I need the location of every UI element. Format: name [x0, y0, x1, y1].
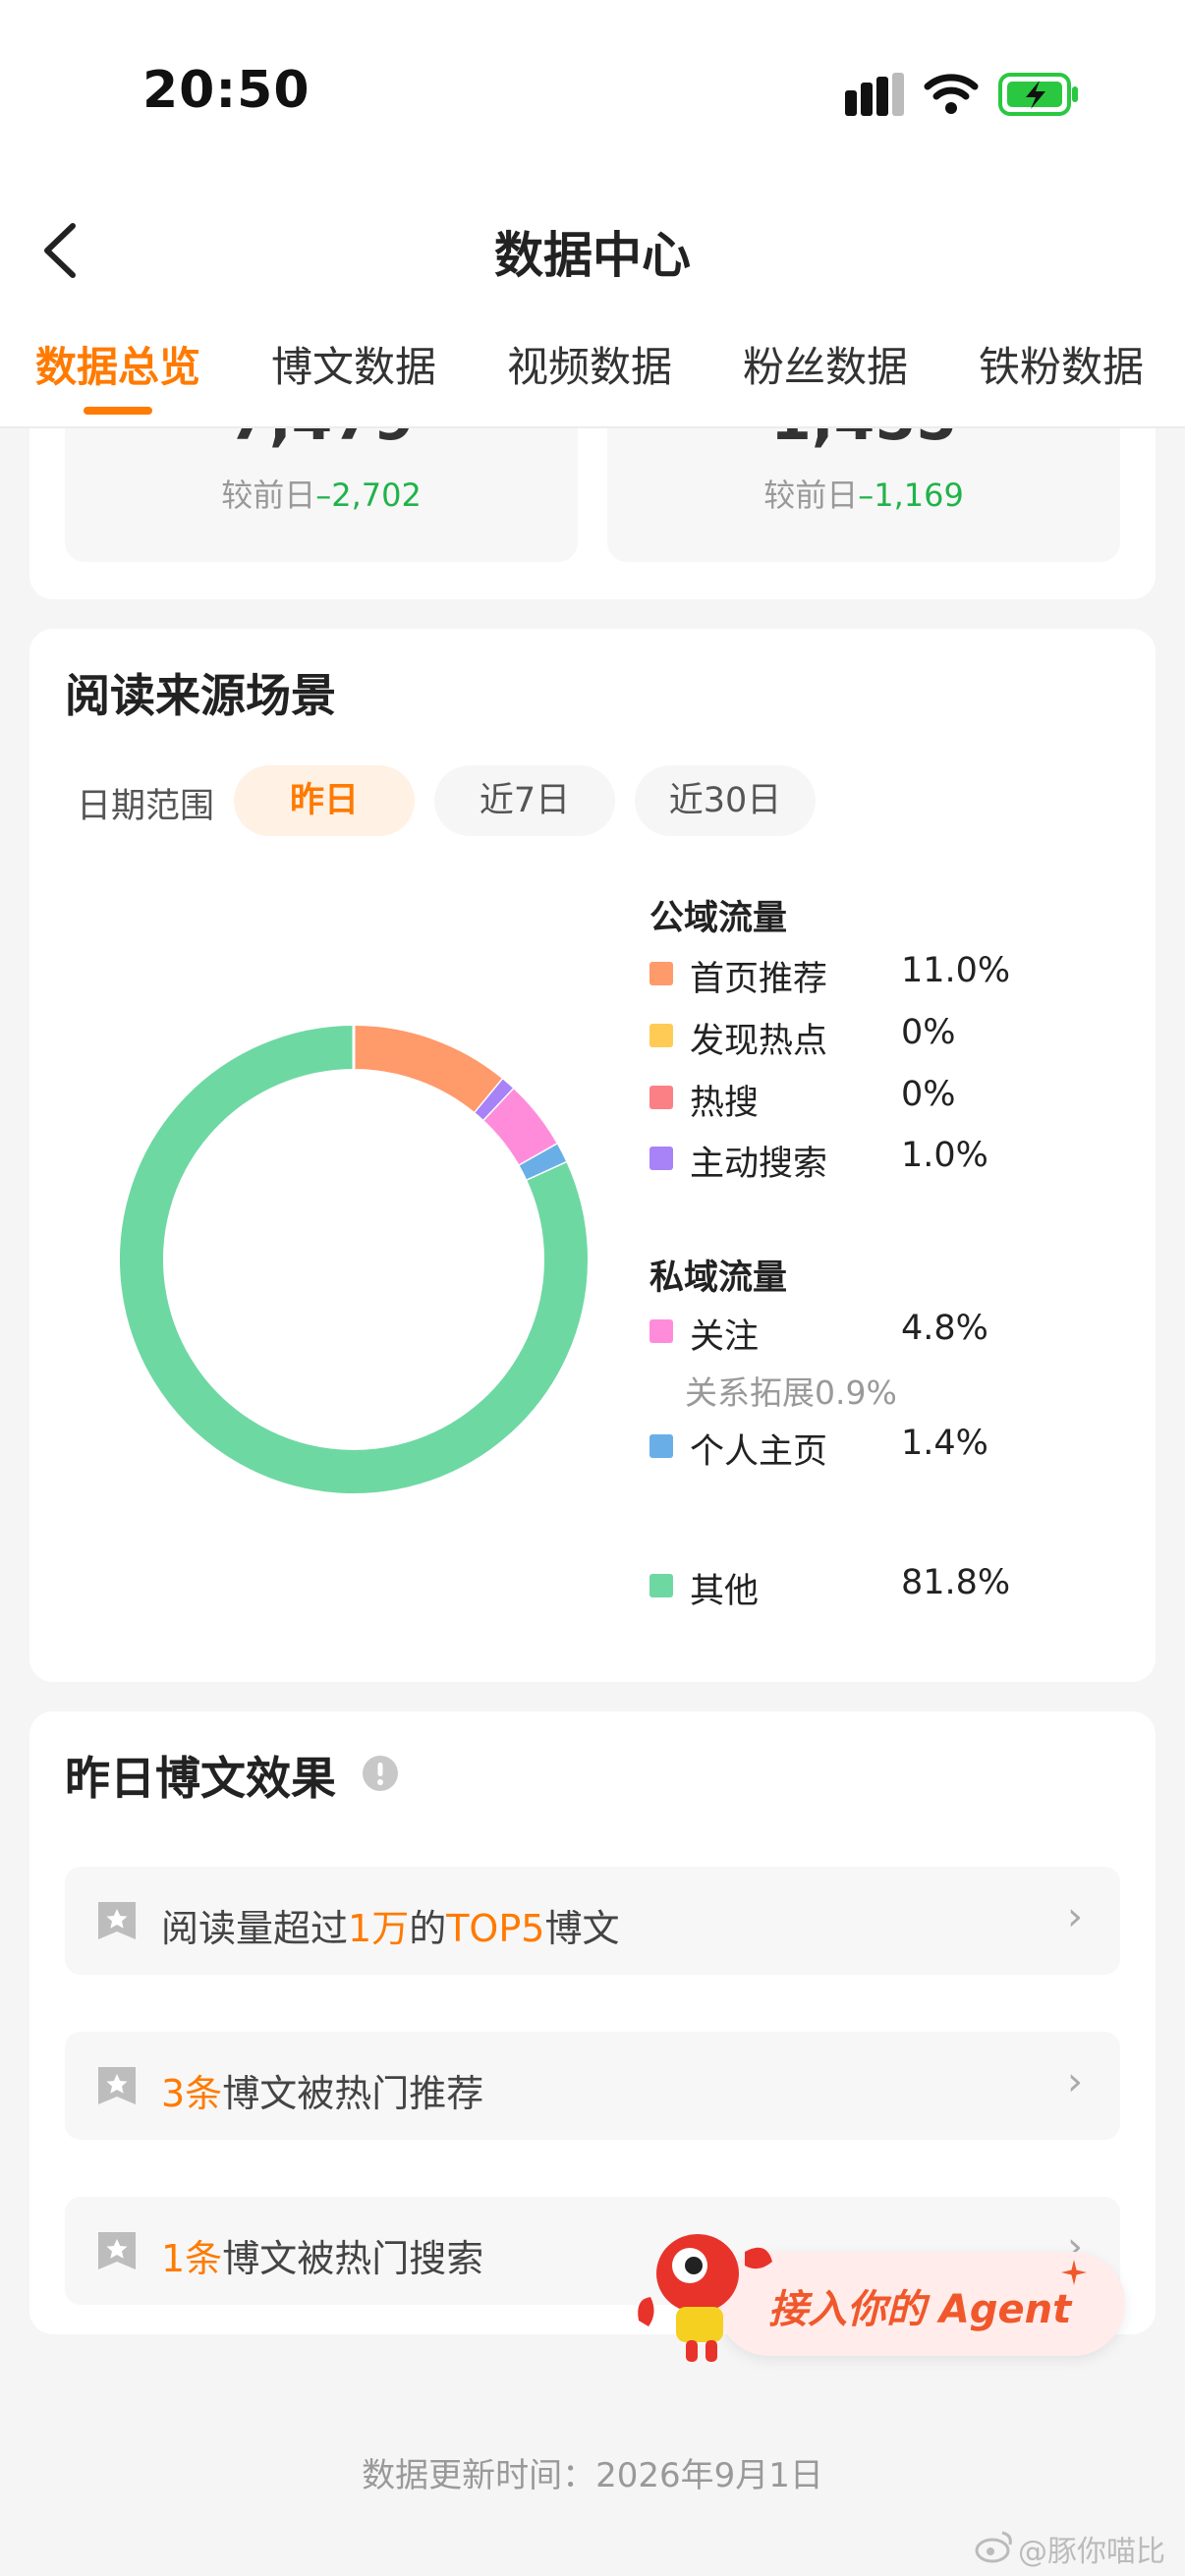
weibo-icon	[975, 2531, 1012, 2563]
battery-charging-icon	[998, 73, 1078, 116]
legend-swatch-other	[649, 1574, 673, 1597]
summary-right-compare: 较前日–1,169	[763, 476, 964, 514]
summary-left-value: 7,479	[65, 428, 578, 454]
legend-value-home: 11.0%	[901, 951, 1011, 990]
effects-title: 昨日博文效果	[65, 1752, 336, 1805]
legend-private-head: 私域流量	[649, 1259, 788, 1298]
legend-label-profile: 个人主页	[690, 1432, 828, 1472]
agent-button-label: 接入你的 Agent	[768, 2287, 1072, 2332]
donut-segment-3	[475, 1079, 514, 1121]
effect-row-top5-text: 阅读量超过1万的TOP5博文	[161, 1907, 620, 1950]
legend-value-discover: 0%	[901, 1013, 956, 1052]
legend-label-search: 主动搜索	[690, 1145, 828, 1184]
summary-left-compare: 较前日–2,702	[221, 476, 422, 514]
donut-segment-5	[519, 1144, 567, 1181]
legend-value-search: 1.0%	[901, 1136, 988, 1175]
effect-row-hot-search-text: 1条博文被热门搜索	[161, 2237, 484, 2280]
star-bookmark-icon	[98, 2067, 136, 2104]
date-range-label: 日期范围	[77, 787, 215, 826]
star-bookmark-icon	[98, 2232, 136, 2269]
date-option-yesterday[interactable]: 昨日	[234, 765, 415, 836]
tab-video-data[interactable]: 视频数据	[507, 334, 672, 394]
star-bookmark-icon	[98, 1902, 136, 1939]
read-source-donut-chart	[120, 1026, 588, 1493]
legend-follow-sub: 关系拓展0.9%	[685, 1373, 897, 1412]
summary-right: 1,455 较前日–1,169	[607, 428, 1120, 562]
legend-swatch-follow	[649, 1319, 673, 1343]
donut-segment-0	[353, 1026, 503, 1113]
watermark: @豚你喵比	[1018, 2535, 1165, 2569]
tab-overview[interactable]: 数据总览	[35, 334, 200, 394]
date-option-7days[interactable]: 近7日	[434, 765, 615, 836]
date-option-30days[interactable]: 近30日	[635, 765, 816, 836]
legend-value-hotsearch: 0%	[901, 1075, 956, 1114]
legend-label-hotsearch: 热搜	[690, 1084, 760, 1123]
legend-swatch-home	[649, 962, 673, 985]
legend-value-profile: 1.4%	[901, 1424, 988, 1463]
legend-label-home: 首页推荐	[690, 960, 828, 999]
tab-iron-fans-data[interactable]: 铁粉数据	[979, 334, 1144, 394]
legend-swatch-search	[649, 1147, 673, 1170]
legend-swatch-hotsearch	[649, 1086, 673, 1109]
summary-right-value: 1,455	[607, 428, 1120, 454]
tab-bar: 数据总览 博文数据 视频数据 粉丝数据 铁粉数据	[0, 334, 1185, 428]
legend-label-follow: 关注	[690, 1317, 760, 1357]
lobster-mascot-icon	[638, 2234, 772, 2362]
legend-public-head: 公域流量	[649, 899, 788, 938]
summary-left: 7,479 较前日–2,702	[65, 428, 578, 562]
donut-segment-4	[483, 1089, 558, 1166]
chevron-right-icon: ›	[1067, 2059, 1083, 2104]
info-icon[interactable]	[362, 1755, 399, 1792]
legend-label-discover: 发现热点	[690, 1022, 828, 1061]
effect-row-hot-recommend-text: 3条博文被热门推荐	[161, 2072, 484, 2115]
read-source-title: 阅读来源场景	[65, 669, 336, 722]
status-time: 20:50	[142, 61, 310, 120]
legend-swatch-profile	[649, 1434, 673, 1458]
chevron-right-icon: ›	[1067, 1894, 1083, 1939]
tab-post-data[interactable]: 博文数据	[271, 334, 436, 394]
legend-swatch-discover	[649, 1024, 673, 1047]
page-title: 数据中心	[494, 227, 691, 284]
legend-value-other: 81.8%	[901, 1563, 1011, 1602]
legend-value-follow: 4.8%	[901, 1309, 988, 1348]
wifi-icon	[924, 74, 979, 114]
data-update-time: 数据更新时间：2026年9月1日	[362, 2456, 823, 2495]
tab-fans-data[interactable]: 粉丝数据	[743, 334, 908, 394]
tab-active-indicator	[84, 407, 152, 415]
legend-label-other: 其他	[690, 1572, 760, 1611]
signal-icon	[845, 73, 904, 116]
sparkle-icon	[1061, 2260, 1087, 2285]
